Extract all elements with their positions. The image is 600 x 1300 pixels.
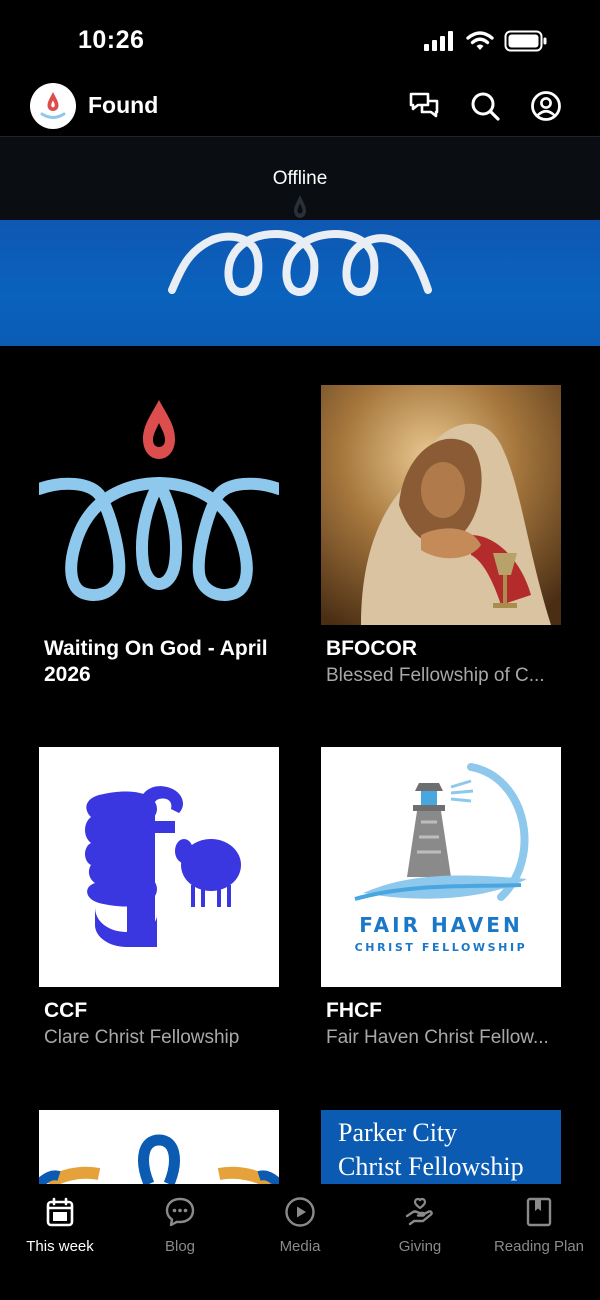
- offline-text: Offline: [272, 168, 328, 189]
- bottom-tab-bar: This week Blog Media Giving Reading Plan: [0, 1184, 600, 1300]
- card-thumbnail: [39, 1110, 279, 1184]
- chat-bubbles-icon[interactable]: [408, 90, 440, 122]
- flame-loops-logo-icon: [39, 400, 279, 601]
- search-icon[interactable]: [469, 90, 501, 122]
- calendar-icon: [46, 1197, 74, 1227]
- tab-label: Reading Plan: [493, 1238, 585, 1255]
- tab-giving[interactable]: Giving: [360, 1196, 480, 1255]
- tab-label: Media: [279, 1238, 321, 1255]
- card-thumbnail: [39, 385, 279, 625]
- card-subtitle: Fair Haven Christ Fellow...: [326, 1027, 549, 1048]
- card-title: Waiting On God - April 2026: [44, 637, 268, 686]
- loop-emblem-color-icon: [39, 1134, 279, 1184]
- card-thumbnail: FAIR HAVEN CHRIST FELLOWSHIP: [321, 747, 561, 987]
- tab-blog[interactable]: Blog: [120, 1196, 240, 1255]
- battery-icon: [504, 30, 547, 52]
- card-title: CCF: [44, 999, 88, 1022]
- offline-banner: Offline: [0, 136, 600, 220]
- hero-banner[interactable]: [0, 220, 600, 346]
- bookmark-book-icon: [526, 1197, 552, 1227]
- app-logo[interactable]: [30, 83, 76, 129]
- praying-figure-painting: [321, 385, 561, 625]
- giving-hand-icon: [405, 1197, 433, 1226]
- status-time: 10:26: [78, 26, 145, 54]
- tab-label: Blog: [164, 1238, 196, 1255]
- card-title: FHCF: [326, 999, 382, 1022]
- parker-wordmark-line2: Christ Fellowship: [338, 1152, 524, 1181]
- fair-haven-subline: CHRIST FELLOWSHIP: [354, 941, 528, 954]
- card-subtitle: Blessed Fellowship of C...: [326, 665, 545, 686]
- app-title: Found: [88, 92, 159, 118]
- status-icons: [424, 30, 548, 52]
- ccf-lamb-logo-icon: [85, 786, 241, 947]
- account-icon[interactable]: [530, 90, 562, 122]
- play-circle-icon: [285, 1197, 315, 1227]
- flame-logo-icon: [40, 92, 66, 119]
- card-subtitle: Clare Christ Fellowship: [44, 1027, 240, 1048]
- app-header: Found: [0, 80, 600, 136]
- tab-media[interactable]: Media: [240, 1196, 360, 1255]
- loading-flame-icon: [294, 195, 306, 218]
- card-thumbnail: [321, 385, 561, 625]
- card-title: BFOCOR: [326, 637, 417, 660]
- tab-label: This week: [26, 1238, 94, 1255]
- wifi-icon: [466, 31, 494, 50]
- status-bar: 10:26: [0, 0, 600, 80]
- card-thumbnail: [39, 747, 279, 987]
- tab-this-week[interactable]: This week: [0, 1196, 120, 1255]
- card-thumbnail: Parker City Christ Fellowship: [321, 1110, 561, 1184]
- fair-haven-wordmark: FAIR HAVEN: [359, 913, 523, 937]
- parker-wordmark-line1: Parker City: [338, 1118, 458, 1147]
- loop-emblem-icon: [168, 229, 432, 297]
- tab-reading-plan[interactable]: Reading Plan: [479, 1196, 599, 1255]
- cellular-signal-icon: [424, 31, 453, 51]
- chat-dots-icon: [165, 1197, 195, 1227]
- tab-label: Giving: [398, 1238, 442, 1255]
